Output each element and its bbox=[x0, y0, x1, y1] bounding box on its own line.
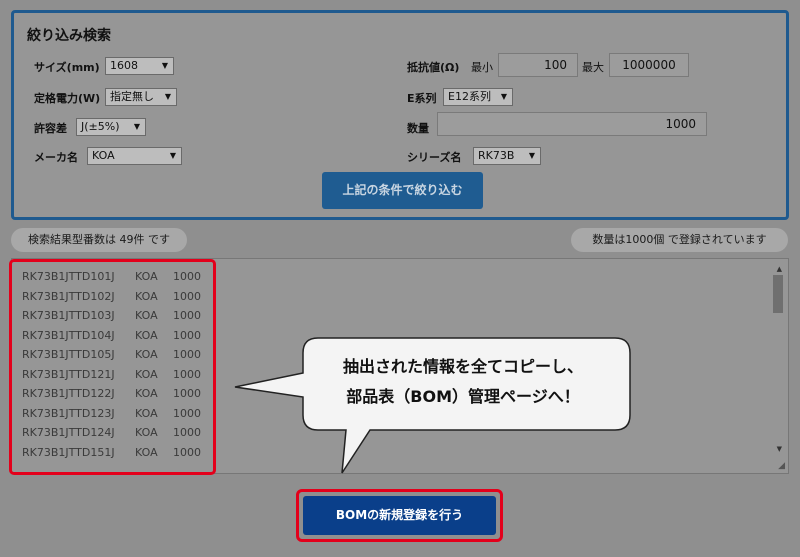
resistance-min-input[interactable]: 100 bbox=[498, 53, 578, 77]
scrollbar-thumb[interactable] bbox=[773, 275, 783, 313]
maker-label: メーカ名 bbox=[34, 151, 78, 164]
size-select[interactable]: 1608 ▼ bbox=[105, 57, 174, 75]
callout-line-2: 部品表（BOM）管理ページへ！ bbox=[346, 387, 580, 406]
chevron-down-icon: ▼ bbox=[169, 151, 176, 160]
panel-title: 絞り込み検索 bbox=[27, 28, 111, 44]
arrow-up-icon[interactable]: ▲ bbox=[777, 265, 782, 273]
resistance-min-label: 最小 bbox=[471, 61, 493, 74]
quantity-status-badge: 数量は1000個 で登録されています bbox=[571, 228, 788, 252]
series-select[interactable]: RK73B ▼ bbox=[473, 147, 541, 165]
chevron-down-icon: ▼ bbox=[528, 151, 535, 160]
bom-register-button[interactable]: BOMの新規登録を行う bbox=[303, 496, 496, 535]
result-count-badge: 検索結果型番数は 49件 です bbox=[11, 228, 187, 252]
chevron-down-icon: ▼ bbox=[164, 92, 171, 101]
tolerance-select[interactable]: J(±5%) ▼ bbox=[76, 118, 146, 136]
callout-text: 抽出された情報を全てコピーし、 部品表（BOM）管理ページへ！ bbox=[316, 352, 610, 412]
power-select[interactable]: 指定無し ▼ bbox=[105, 88, 177, 106]
resistance-max-input[interactable]: 1000000 bbox=[609, 53, 689, 77]
callout-line-1: 抽出された情報を全てコピーし、 bbox=[342, 357, 583, 376]
e-series-label: E系列 bbox=[407, 92, 437, 105]
resistance-max-label: 最大 bbox=[582, 61, 604, 74]
results-highlight-frame bbox=[9, 259, 216, 475]
filter-button[interactable]: 上記の条件で絞り込む bbox=[322, 172, 483, 209]
power-label: 定格電力(W) bbox=[34, 92, 101, 105]
maker-select[interactable]: KOA ▼ bbox=[87, 147, 182, 165]
size-label: サイズ(mm) bbox=[34, 61, 100, 74]
chevron-down-icon: ▼ bbox=[133, 122, 140, 131]
resistance-label: 抵抗値(Ω) bbox=[407, 61, 460, 74]
tolerance-label: 許容差 bbox=[34, 122, 67, 135]
series-label: シリーズ名 bbox=[407, 151, 462, 164]
chevron-down-icon: ▼ bbox=[161, 61, 168, 70]
arrow-down-icon[interactable]: ▼ bbox=[777, 445, 782, 453]
chevron-down-icon: ▼ bbox=[500, 92, 507, 101]
quantity-input[interactable]: 1000 bbox=[437, 112, 707, 136]
e-series-select[interactable]: E12系列 ▼ bbox=[443, 88, 513, 106]
search-panel: 絞り込み検索 サイズ(mm) 1608 ▼ 定格電力(W) 指定無し ▼ 許容差 J… bbox=[11, 10, 789, 220]
resize-grip-icon[interactable]: ◢ bbox=[778, 461, 785, 471]
quantity-label: 数量 bbox=[407, 122, 429, 135]
